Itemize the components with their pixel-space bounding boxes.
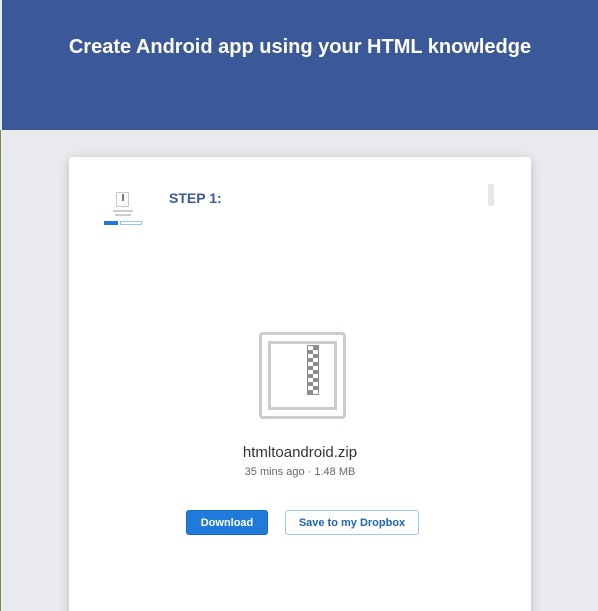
step-card: STEP 1: htmltoandroid.zip 35 mins ago · … <box>69 157 531 611</box>
zip-file-inner-frame <box>268 341 337 410</box>
thumbnail-line <box>113 210 133 212</box>
thumbnail-line <box>115 214 131 216</box>
thumbnail-dropbox-button <box>120 221 142 225</box>
thumbnail-download-button <box>104 221 118 225</box>
save-to-dropbox-button[interactable]: Save to my Dropbox <box>285 510 419 535</box>
file-name: htmltoandroid.zip <box>242 444 358 461</box>
file-meta: 35 mins ago · 1.48 MB <box>244 466 356 478</box>
page-header: Create Android app using your HTML knowl… <box>2 0 598 130</box>
scrollbar-thumb[interactable] <box>488 184 494 206</box>
zipper-icon <box>307 345 319 395</box>
page-title: Create Android app using your HTML knowl… <box>68 36 532 58</box>
page-left-border <box>0 130 1 611</box>
thumbnail-zip-icon <box>116 192 129 207</box>
zip-file-icon <box>259 332 346 419</box>
step-label: STEP 1: <box>169 190 222 206</box>
download-button[interactable]: Download <box>186 510 268 535</box>
step-thumbnail <box>104 187 144 227</box>
